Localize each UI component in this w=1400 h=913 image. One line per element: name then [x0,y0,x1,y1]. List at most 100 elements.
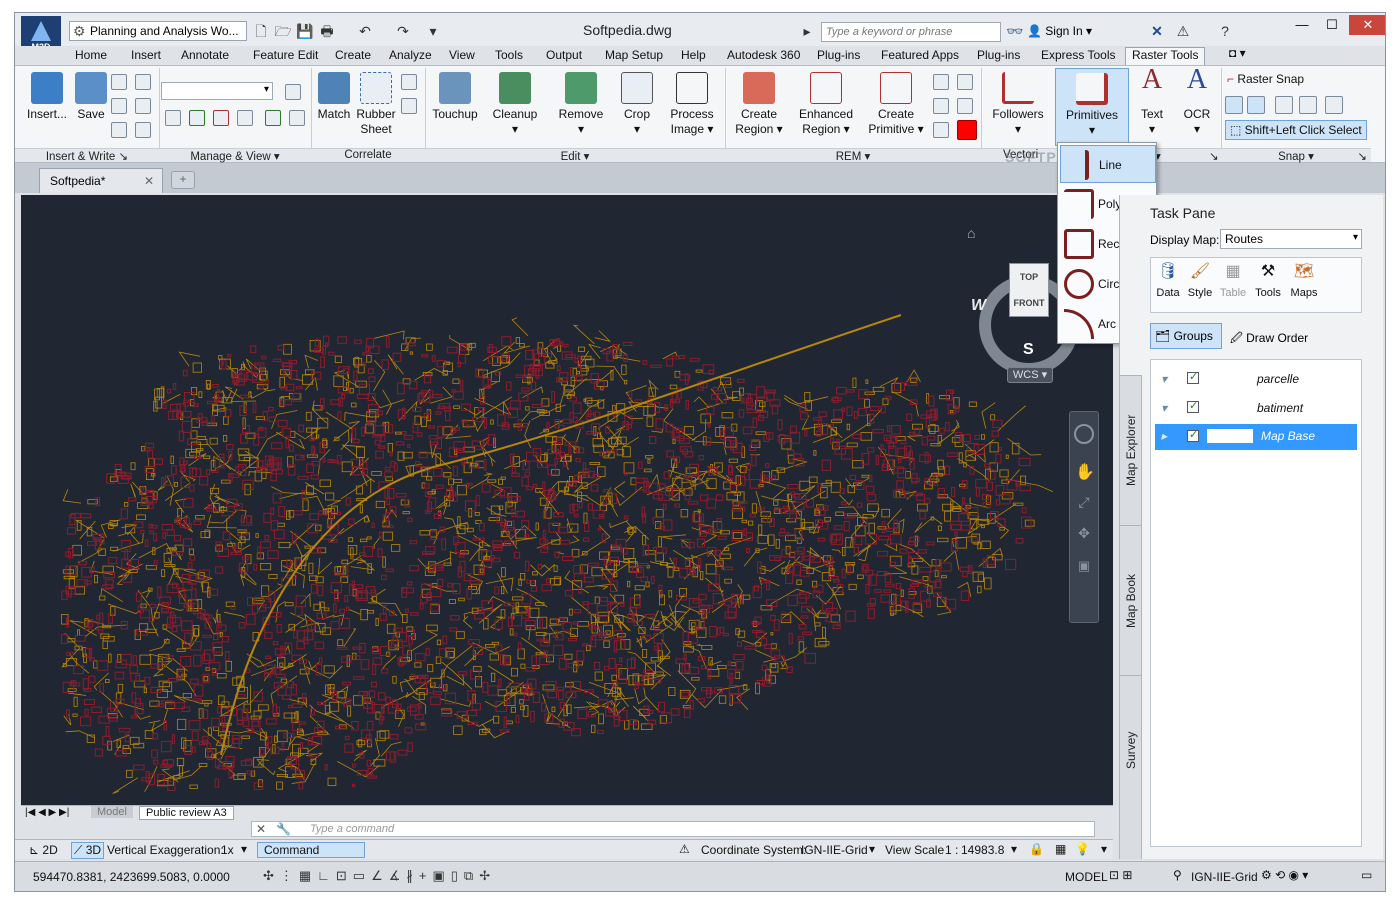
image-list-icon[interactable] [111,122,127,138]
status-menu-icon[interactable]: ▾ [1101,842,1107,856]
snap-off-icon[interactable] [1225,96,1243,114]
snap-intersection-icon[interactable] [1325,96,1343,114]
raster-snap-button[interactable]: ⌐ Raster Snap [1227,72,1337,87]
image-table-icon[interactable] [135,122,151,138]
layout-icons[interactable]: ⊡ ⊞ [1109,868,1132,882]
sign-in-button[interactable]: 👤 Sign In ▾ [1027,24,1092,38]
tab-plug-ins[interactable]: Plug-ins [817,48,860,62]
tab-analyze[interactable]: Analyze [389,48,432,62]
tab-model[interactable]: Model [91,806,133,818]
check-icon[interactable] [189,110,205,126]
panel-snap[interactable]: Snap ▾ ↘ [1221,148,1371,163]
search-input[interactable]: Type a keyword or phrase [821,22,1001,42]
tab-express-tools[interactable]: Express Tools [1041,48,1115,62]
viewcube-top[interactable]: TOP [1010,272,1048,282]
tab-home[interactable]: Home [75,48,107,62]
workspace-dropdown[interactable]: ⚙ Planning and Analysis Wo... [69,21,247,41]
tab-annotate[interactable]: Annotate [181,48,229,62]
layer-visibility-checkbox[interactable] [1187,370,1199,384]
correlate-source-icon[interactable] [401,74,417,90]
layers-green-icon[interactable] [265,110,281,126]
tools-button[interactable]: ⚒ Tools [1251,264,1285,301]
tab-map-explorer[interactable]: Map Explorer [1120,375,1142,525]
tab-plug-ins-2[interactable]: Plug-ins [977,48,1020,62]
collapse-icon[interactable]: ▾ [1161,401,1167,415]
insert-button[interactable]: Insert... [23,72,71,122]
tab-public-review-a3[interactable]: Public review A3 [139,806,234,820]
redo-icon[interactable]: ↷ [393,21,413,41]
ribbon-minimize-icon[interactable]: ◘ ▾ [1229,46,1246,60]
process-image-button[interactable]: Process Image ▾ [663,72,721,137]
tab-autodesk-360[interactable]: Autodesk 360 [727,48,800,62]
fullscreen-icon[interactable]: ▭ [1361,868,1372,882]
map-icon[interactable]: ▦ [1055,842,1066,856]
home-icon[interactable]: ⌂ [967,225,975,241]
tab-feature-edit[interactable]: Feature Edit [253,48,318,62]
layer-row-selected[interactable]: ▸ Map Base [1155,424,1357,450]
cleanup-button[interactable]: Cleanup ▾ [487,72,543,137]
orbit-icon[interactable]: ✥ [1075,525,1093,542]
close-tab-icon[interactable]: ✕ [144,174,154,188]
tab-help[interactable]: Help [681,48,706,62]
steering-wheel-icon[interactable] [1074,424,1094,444]
binoculars-icon[interactable]: 👓 [1005,21,1025,41]
coordinate-system-value[interactable]: IGN-IIE-Grid [801,843,868,857]
image-new-icon[interactable] [135,74,151,90]
customize-command-icon[interactable]: 🔧 [276,822,291,836]
tab-survey[interactable]: Survey [1120,675,1142,825]
uncheck-icon[interactable] [213,110,229,126]
touchup-button[interactable]: Touchup [427,72,483,122]
pan-hand-icon[interactable]: ✋ [1075,462,1095,482]
image-frame-icon[interactable] [111,74,127,90]
match-button[interactable]: Match [315,72,353,122]
menu-item-line[interactable]: Line [1060,145,1156,183]
snap-end-icon[interactable] [1299,96,1317,114]
annotation-icon[interactable]: ⚲ [1173,868,1182,882]
rem-edit-icon[interactable] [957,74,973,90]
layer-row[interactable]: ▾ batiment [1157,397,1359,423]
layer-row[interactable]: ▾ parcelle [1157,368,1359,394]
panel-rem[interactable]: REM ▾ [725,148,981,163]
zoom-extents-icon[interactable]: ⤢ [1075,494,1093,511]
viewcube[interactable]: TOP FRONT [1009,263,1049,317]
image-manager-icon[interactable] [285,84,301,100]
view-scale-value[interactable]: 14983.8 [961,843,1004,857]
shift-left-click-select-button[interactable]: ⬚ Shift+Left Click Select [1225,120,1367,140]
open-folder-icon[interactable]: 🗁 [273,21,293,41]
style-button[interactable]: 🖌 Style [1185,264,1215,301]
edit-image-icon[interactable] [237,110,253,126]
new-tab-icon[interactable]: + [171,171,195,189]
3d-button[interactable]: ⟋ 3D [71,842,105,859]
rem-delete-icon[interactable] [957,98,973,114]
tab-featured-apps[interactable]: Featured Apps [881,48,959,62]
zoom-icon[interactable] [165,110,181,126]
warning-icon[interactable]: ⚠ [679,842,690,856]
tab-create[interactable]: Create [335,48,371,62]
rem-merge-icon[interactable] [933,74,949,90]
drafting-toggle-icons[interactable]: ✣⋮▦∟⊡▭∠∡∦+▣▯⧉✢ [263,868,496,884]
image-select-dropdown[interactable]: ▾ [161,82,273,100]
new-file-icon[interactable]: 🗋 [251,21,271,41]
rem-copy-icon[interactable] [933,98,949,114]
tab-output[interactable]: Output [546,48,582,62]
model-space-button[interactable]: MODEL [1065,870,1108,884]
rem-layers-icon[interactable] [933,122,949,138]
maximize-icon[interactable]: ☐ [1317,15,1347,35]
compass-south[interactable]: S [1023,341,1034,359]
workspace-settings-icon[interactable]: ⚙ ⟲ ◉ ▾ [1261,868,1308,882]
expand-icon[interactable]: ▸ [1161,429,1167,443]
tab-view[interactable]: View [449,48,475,62]
correlate-target-icon[interactable] [401,98,417,114]
undo-icon[interactable]: ↶ [355,21,375,41]
snap-line-icon[interactable] [1247,96,1265,114]
command-input[interactable]: Type a command [310,823,394,835]
save-button[interactable]: Save [71,72,111,122]
vertical-exaggeration-dropdown-icon[interactable]: ▾ [241,842,247,856]
quick-access-dropdown-icon[interactable]: ▾ [423,21,443,41]
layer-visibility-checkbox[interactable] [1187,428,1199,442]
search-options-icon[interactable]: ▸ [797,21,817,41]
followers-button[interactable]: Followers ▾ [987,72,1049,137]
image-transform-icon[interactable] [289,110,305,126]
remove-button[interactable]: Remove ▾ [553,72,609,137]
exchange-icon[interactable]: ✕ [1147,21,1167,41]
